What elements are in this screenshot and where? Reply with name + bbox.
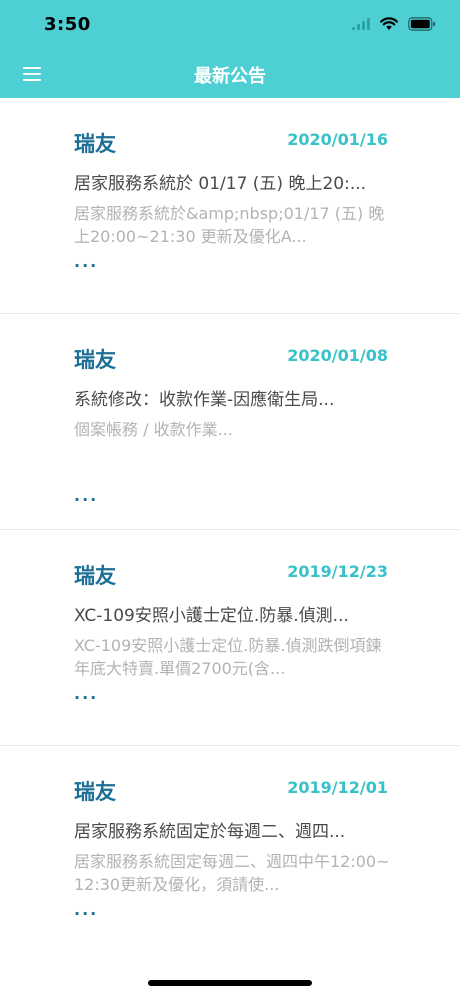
announcement-title: XC-109安照小護士定位.防暴.偵測... (74, 606, 349, 626)
announcement-author: 瑞友 (74, 780, 116, 804)
announcement-summary: 居家服務系統於&amp;nbsp;01/17 (五) 晚上20:00~21:30… (74, 204, 385, 246)
navigation-bar: 最新公告 (0, 50, 460, 98)
wifi-icon (380, 17, 398, 30)
announcement-item[interactable]: 瑞友 2019/12/01 居家服務系統固定於每週二、週四... 居家服務系統固… (0, 746, 460, 962)
announcement-date: 2019/12/23 (287, 562, 388, 581)
cellular-signal-icon (352, 18, 370, 30)
home-indicator[interactable] (148, 980, 312, 986)
announcement-title: 居家服務系統固定於每週二、週四... (74, 822, 346, 842)
announcement-title: 居家服務系統於 01/17 (五) 晚上20:... (74, 174, 367, 194)
app-header: 3:50 最新公告 (0, 0, 460, 98)
more-button[interactable]: ... (74, 684, 98, 703)
more-button[interactable]: ... (74, 900, 98, 919)
battery-icon (408, 17, 436, 31)
page-title: 最新公告 (194, 66, 266, 87)
announcement-summary: XC-109安照小護士定位.防暴.偵測跌倒項鍊年底大特賣.單價2700元(含..… (74, 636, 382, 678)
status-time: 3:50 (44, 14, 91, 35)
announcement-summary: 個案帳務 / 收款作業... (74, 420, 233, 439)
announcement-summary: 居家服務系統固定每週二、週四中午12:00~12:30更新及優化，須請使... (74, 852, 390, 894)
announcement-author: 瑞友 (74, 132, 116, 156)
announcement-list: 瑞友 2020/01/16 居家服務系統於 01/17 (五) 晚上20:...… (0, 98, 460, 962)
status-bar: 3:50 (0, 0, 460, 50)
announcement-date: 2019/12/01 (287, 778, 388, 797)
status-icons (352, 16, 436, 32)
announcement-title: 系統修改：收款作業-因應衛生局... (74, 390, 335, 410)
announcement-author: 瑞友 (74, 564, 116, 588)
announcement-item[interactable]: 瑞友 2019/12/23 XC-109安照小護士定位.防暴.偵測... XC-… (0, 530, 460, 746)
announcement-item[interactable]: 瑞友 2020/01/08 系統修改：收款作業-因應衛生局... 個案帳務 / … (0, 314, 460, 530)
more-button[interactable]: ... (74, 252, 98, 271)
announcement-date: 2020/01/16 (287, 130, 388, 149)
more-button[interactable]: ... (74, 486, 98, 505)
announcement-date: 2020/01/08 (287, 346, 388, 365)
announcement-item[interactable]: 瑞友 2020/01/16 居家服務系統於 01/17 (五) 晚上20:...… (0, 98, 460, 314)
announcement-author: 瑞友 (74, 348, 116, 372)
